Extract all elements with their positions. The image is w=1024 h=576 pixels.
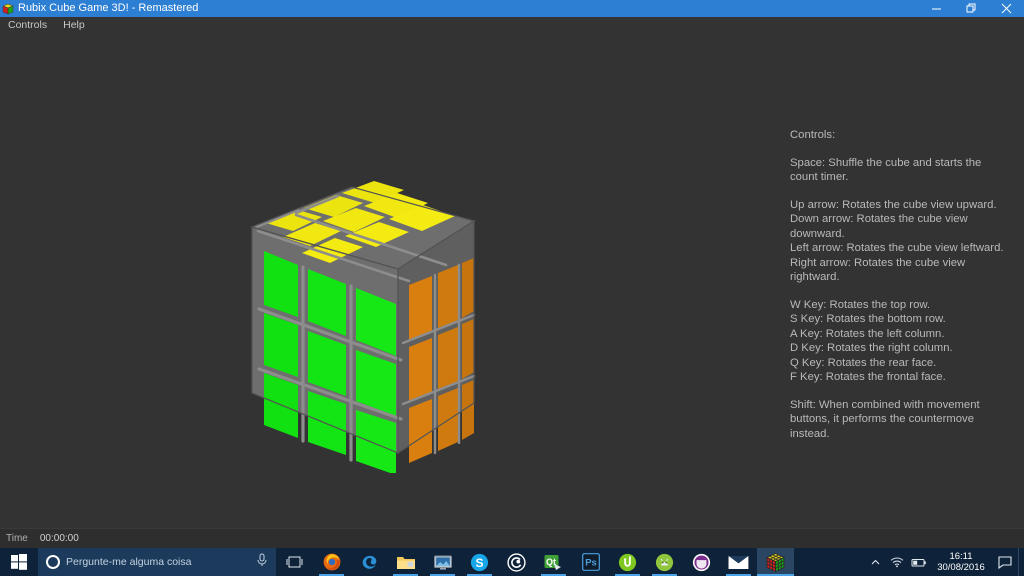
instruction-line: Left arrow: Rotates the cube view leftwa… (790, 242, 1004, 254)
instruction-line: W Key: Rotates the top row. (790, 298, 931, 311)
instruction-line: Q Key: Rotates the rear face. (790, 356, 937, 369)
instructions-heading-block: Controls: (790, 128, 1018, 143)
battery-icon[interactable] (908, 557, 930, 568)
monitor-app-icon[interactable] (424, 548, 461, 576)
instructions-heading: Controls: (790, 129, 836, 141)
utorrent-icon[interactable] (609, 548, 646, 576)
microphone-icon[interactable] (256, 553, 268, 572)
rubik-cube-icon (0, 0, 16, 17)
instruction-line: Down arrow: Rotates the cube view (790, 213, 968, 225)
clock-date: 30/08/2016 (937, 562, 985, 573)
mail-icon[interactable] (720, 548, 757, 576)
instructions-block-keys: W Key: Rotates the top row. S Key: Rotat… (790, 298, 1018, 385)
search-placeholder: Pergunte-me alguma coisa (66, 556, 192, 568)
chevron-up-icon[interactable] (864, 557, 886, 568)
menu-item-help[interactable]: Help (55, 17, 93, 33)
instruction-line: rightward. (790, 271, 840, 283)
status-bar: Time 00:00:00 (0, 528, 1024, 548)
menu-bar: Controls Help (0, 17, 1024, 33)
instruction-line: buttons, it performs the countermove (790, 413, 974, 425)
svg-text:S: S (475, 556, 483, 570)
android-studio-icon[interactable] (646, 548, 683, 576)
maximize-restore-button[interactable] (954, 0, 989, 17)
instruction-line: instead. (790, 427, 830, 440)
instructions-block-arrows: Up arrow: Rotates the cube view upward. … (790, 198, 1018, 285)
spiral-app-icon[interactable] (498, 548, 535, 576)
timer-value: 00:00:00 (39, 533, 79, 544)
edge-icon[interactable] (350, 548, 387, 576)
purple-app-icon[interactable] (683, 548, 720, 576)
instruction-line: Space: Shuffle the cube and starts the (790, 156, 982, 169)
show-desktop-button[interactable] (1018, 548, 1024, 576)
cortana-circle-icon (46, 555, 60, 569)
application-window: Rubix Cube Game 3D! - Remastered Control… (0, 0, 1024, 576)
taskbar-items: S Qt Ps (276, 548, 794, 576)
system-tray: 16:11 30/08/2016 (864, 548, 1024, 576)
instructions-block-space: Space: Shuffle the cube and starts the c… (790, 156, 1018, 185)
wifi-icon[interactable] (886, 556, 908, 568)
window-title: Rubix Cube Game 3D! - Remastered (18, 2, 199, 14)
close-button[interactable] (989, 0, 1024, 17)
rubiks-cube-3d[interactable] (246, 153, 546, 473)
instruction-line: S Key: Rotates the bottom row. (790, 313, 946, 325)
photoshop-icon[interactable]: Ps (572, 548, 609, 576)
svg-text:Ps: Ps (585, 558, 597, 569)
instructions-block-shift: Shift: When combined with movement butto… (790, 398, 1018, 442)
instruction-line: Right arrow: Rotates the cube view (790, 256, 966, 269)
instruction-line: Shift: When combined with movement (790, 398, 980, 411)
action-center-icon[interactable] (992, 555, 1018, 569)
taskbar-clock[interactable]: 16:11 30/08/2016 (930, 551, 992, 573)
qt-creator-icon[interactable]: Qt (535, 548, 572, 576)
start-button[interactable] (0, 548, 38, 576)
timer-label: Time (6, 533, 28, 544)
instructions-panel: Controls: Space: Shuffle the cube and st… (790, 128, 1018, 454)
firefox-icon[interactable] (313, 548, 350, 576)
instruction-line: A Key: Rotates the left column. (790, 327, 945, 340)
task-view-icon[interactable] (276, 548, 313, 576)
search-input[interactable]: Pergunte-me alguma coisa (38, 548, 276, 576)
instruction-line: F Key: Rotates the frontal face. (790, 371, 946, 383)
instruction-line: D Key: Rotates the right column. (790, 342, 953, 354)
skype-icon[interactable]: S (461, 548, 498, 576)
instruction-line: downward. (790, 227, 845, 240)
minimize-button[interactable] (919, 0, 954, 17)
windows-taskbar: Pergunte-me alguma coisa S Qt Ps 16:11 3… (0, 548, 1024, 576)
clock-time: 16:11 (949, 551, 973, 562)
instruction-line: Up arrow: Rotates the cube view upward. (790, 198, 997, 211)
window-controls (919, 0, 1024, 17)
menu-item-controls[interactable]: Controls (0, 17, 55, 33)
instruction-line: count timer. (790, 171, 849, 183)
game-viewport[interactable]: Controls: Space: Shuffle the cube and st… (0, 33, 1024, 528)
file-explorer-icon[interactable] (387, 548, 424, 576)
rubik-cube-app-icon[interactable] (757, 548, 794, 576)
title-bar: Rubix Cube Game 3D! - Remastered (0, 0, 1024, 17)
